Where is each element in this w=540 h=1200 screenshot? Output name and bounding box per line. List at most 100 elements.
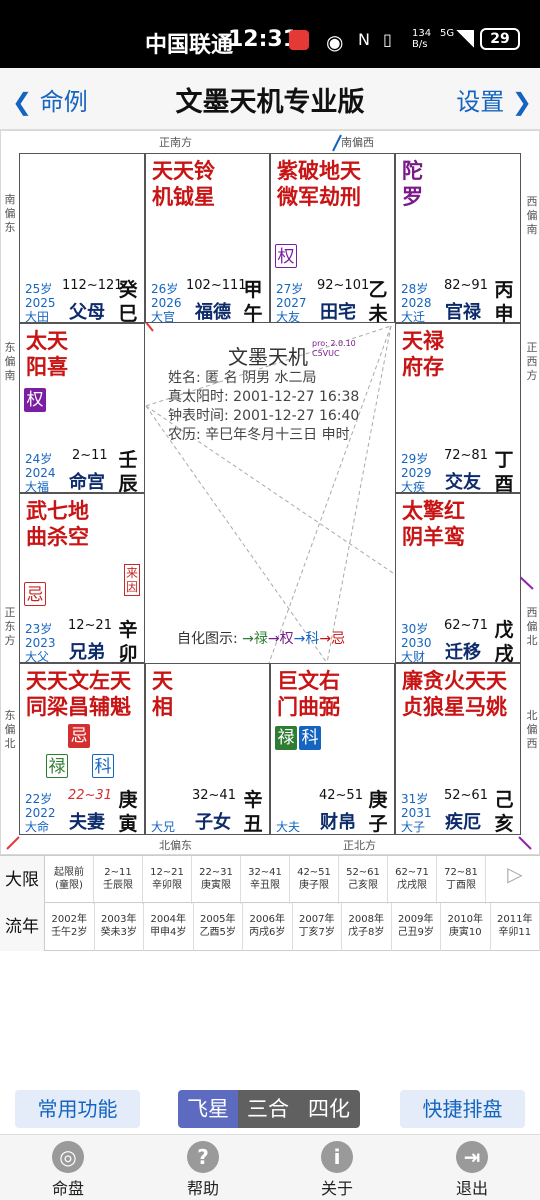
network-type: 5G: [440, 28, 455, 39]
sihua-legend-ke: →科: [293, 631, 320, 647]
palace-range: 52~61: [444, 788, 488, 803]
liunian-cell[interactable]: 2010年 庚寅10: [441, 903, 491, 951]
sihua-legend: 自化图示: →禄→权→科→忌: [177, 628, 345, 648]
disc-icon: ◎: [52, 1141, 84, 1173]
birth-name-line: 姓名: 匿 名 阴男 水二局: [168, 370, 317, 386]
palace-xu[interactable]: 太擎红 阴羊鸾 30岁 2030 62~71 迁移 戊戌 大财: [395, 493, 521, 665]
center-version: pro: 2.0.10 C5VUC: [312, 339, 356, 358]
palace-range: 12~21: [68, 618, 112, 633]
quick-chart-button[interactable]: 快捷排盘: [400, 1090, 525, 1128]
palace-wei[interactable]: 紫破地天 微军劫刑 权 27岁 2027 92~101 田宅 乙未 大友: [270, 153, 395, 325]
palace-name: 疾厄: [445, 812, 481, 833]
tab-exit[interactable]: ⇥ 退出: [432, 1141, 512, 1199]
liunian-cell[interactable]: 2005年 乙酉5岁: [194, 903, 243, 951]
palace-chen[interactable]: 太天 阳喜 权 24岁 2024 2~11 命宫 壬辰 大福: [19, 323, 145, 495]
daxian-cell[interactable]: 32~41 辛丑限: [241, 856, 290, 904]
liunian-cell[interactable]: 2004年 甲申4岁: [144, 903, 194, 951]
tab-exit-label: 退出: [455, 1179, 488, 1198]
daxian-tag: 大兄: [151, 820, 176, 834]
chart-center-info: 文墨天机 pro: 2.0.10 C5VUC 姓名: 匿 名 阴男 水二局 真太阳…: [146, 323, 394, 663]
sihua-ke-badge: 科: [299, 726, 321, 750]
palace-name: 父母: [69, 302, 105, 323]
period-table: 大限 起限前 (童限) 2~11 壬辰限 12~21 辛卯限 22~31 庚寅限 32~41 辛丑…: [0, 855, 540, 951]
palace-name: 交友: [445, 472, 481, 493]
sihua-legend-label: 自化图示:: [177, 631, 238, 647]
palace-you[interactable]: 天禄 府存 29岁 2029 72~81 交友 丁酉 大疾: [395, 323, 521, 495]
palace-si[interactable]: 25岁 2025 112~121 父母 癸巳 大田: [19, 153, 145, 325]
liunian-cell[interactable]: 2008年 戊子8岁: [342, 903, 392, 951]
tab-help-label: 帮助: [186, 1179, 219, 1198]
sihua-legend-ji: →忌: [319, 631, 346, 647]
palace-range: 62~71: [444, 618, 488, 633]
palace-range: 82~91: [444, 278, 488, 293]
eye-icon: ◉: [326, 30, 344, 54]
palace-hai[interactable]: 廉贪火天天 贞狼星马姚 31岁 2031 52~61 疾厄 己亥 大子: [395, 663, 521, 835]
sihua-lu-badge: 禄: [46, 754, 68, 778]
daxian-cell[interactable]: 52~61 己亥限: [339, 856, 388, 904]
liunian-cell[interactable]: 2011年 辛卯11: [491, 903, 540, 951]
net-speed: 134 B/s: [412, 28, 432, 50]
chevron-right-icon: ❯: [511, 88, 532, 116]
palace-name: 官禄: [445, 302, 481, 323]
seg-sanhe[interactable]: 三合: [238, 1090, 298, 1128]
daxian-cell[interactable]: 12~21 辛卯限: [143, 856, 192, 904]
daxian-cell[interactable]: 起限前 (童限): [45, 856, 94, 904]
palace-range: 72~81: [444, 448, 488, 463]
palace-range: 42~51: [319, 788, 363, 803]
nav-bar: ❮ 命例 文墨天机专业版 设置 ❯: [0, 68, 540, 130]
chart-toolbar: 常用功能 飞星 三合 四化 快捷排盘: [0, 1088, 540, 1132]
palace-wu[interactable]: 天天铃 机钺星 26岁 2026 102~111 福德 甲午 大官: [145, 153, 270, 325]
palace-stars: 陀罗: [402, 159, 423, 209]
daxian-row-header: 大限: [0, 856, 45, 904]
tab-chart[interactable]: ◎ 命盘: [28, 1141, 108, 1199]
liunian-cell[interactable]: 2006年 丙戌6岁: [243, 903, 293, 951]
palace-stars: 太擎红 阴羊鸾: [402, 499, 465, 549]
arrow-top: [332, 134, 342, 152]
sihua-quan-badge: 权: [275, 244, 297, 268]
ziwei-chart: 正南方 南偏西 南偏东 东偏南 正东方 东偏北 西偏南 正西方 西偏北 北偏西 …: [0, 130, 540, 855]
settings-label: 设置: [456, 88, 505, 116]
palace-yin[interactable]: 天天文左天 同梁昌辅魁 忌 禄 科 22岁 2022 22~31 夫妻 庚寅 大命: [19, 663, 145, 835]
palace-stars: 天天文左天 同梁昌辅魁: [26, 669, 131, 719]
palace-name: 夫妻: [69, 812, 105, 833]
center-title: 文墨天机: [228, 345, 308, 369]
next-page-icon[interactable]: ▷: [490, 856, 540, 904]
sihua-legend-lu: →禄: [242, 631, 268, 647]
seg-feixing[interactable]: 飞星: [178, 1090, 238, 1128]
daxian-cell[interactable]: 42~51 庚子限: [290, 856, 339, 904]
liunian-cell[interactable]: 2009年 己丑9岁: [392, 903, 441, 951]
palace-stars: 廉贪火天天 贞狼星马姚: [402, 669, 507, 719]
seg-sihua[interactable]: 四化: [298, 1090, 360, 1128]
solar-time-line: 真太阳时: 2001-12-27 16:38: [168, 389, 360, 405]
daxian-row: 大限 起限前 (童限) 2~11 壬辰限 12~21 辛卯限 22~31 庚寅限 32~41 辛丑…: [0, 855, 540, 904]
common-functions-button[interactable]: 常用功能: [15, 1090, 140, 1128]
tab-about-label: 关于: [320, 1179, 353, 1198]
battery-indicator: 29: [480, 28, 520, 50]
palace-mao[interactable]: 武七地 曲杀空 来因 忌 23岁 2023 12~21 兄弟 辛卯 大父: [19, 493, 145, 665]
palace-chou[interactable]: 天相 32~41 子女 辛丑 大兄: [145, 663, 270, 835]
daxian-cell[interactable]: 62~71 戊戌限: [388, 856, 437, 904]
tab-about[interactable]: i 关于: [297, 1141, 377, 1199]
settings-button[interactable]: 设置 ❯: [456, 82, 532, 117]
status-bar: 中国联通 12:31 ◉ N ▯ 134 B/s 5G 29: [0, 0, 540, 68]
sihua-lu-badge: 禄: [275, 726, 297, 750]
tab-help[interactable]: ? 帮助: [163, 1141, 243, 1199]
daxian-cell[interactable]: 2~11 壬辰限: [94, 856, 143, 904]
liunian-cell[interactable]: 2002年 壬午2岁: [45, 903, 95, 951]
vibrate-icon: ▯: [383, 30, 392, 49]
palace-range: 112~121: [62, 278, 123, 293]
palace-shen[interactable]: 陀罗 28岁 2028 82~91 官禄 丙申 大迁: [395, 153, 521, 325]
palace-range: 102~111: [186, 278, 247, 293]
liunian-cell[interactable]: 2007年 丁亥7岁: [293, 903, 342, 951]
clock-time-line: 钟表时间: 2001-12-27 16:40: [168, 408, 360, 424]
info-icon: i: [321, 1141, 353, 1173]
palace-name: 兄弟: [69, 642, 105, 663]
carrier-name: 中国联通: [145, 33, 234, 58]
palace-zi[interactable]: 巨文右 门曲弼 禄 科 42~51 财帛 庚子 大夫: [270, 663, 395, 835]
liunian-cell[interactable]: 2003年 癸未3岁: [95, 903, 144, 951]
clock: 12:31: [228, 27, 299, 52]
exit-icon: ⇥: [456, 1141, 488, 1173]
daxian-cell[interactable]: 72~81 丁酉限: [437, 856, 486, 904]
question-icon: ?: [187, 1141, 219, 1173]
daxian-cell[interactable]: 22~31 庚寅限: [192, 856, 241, 904]
